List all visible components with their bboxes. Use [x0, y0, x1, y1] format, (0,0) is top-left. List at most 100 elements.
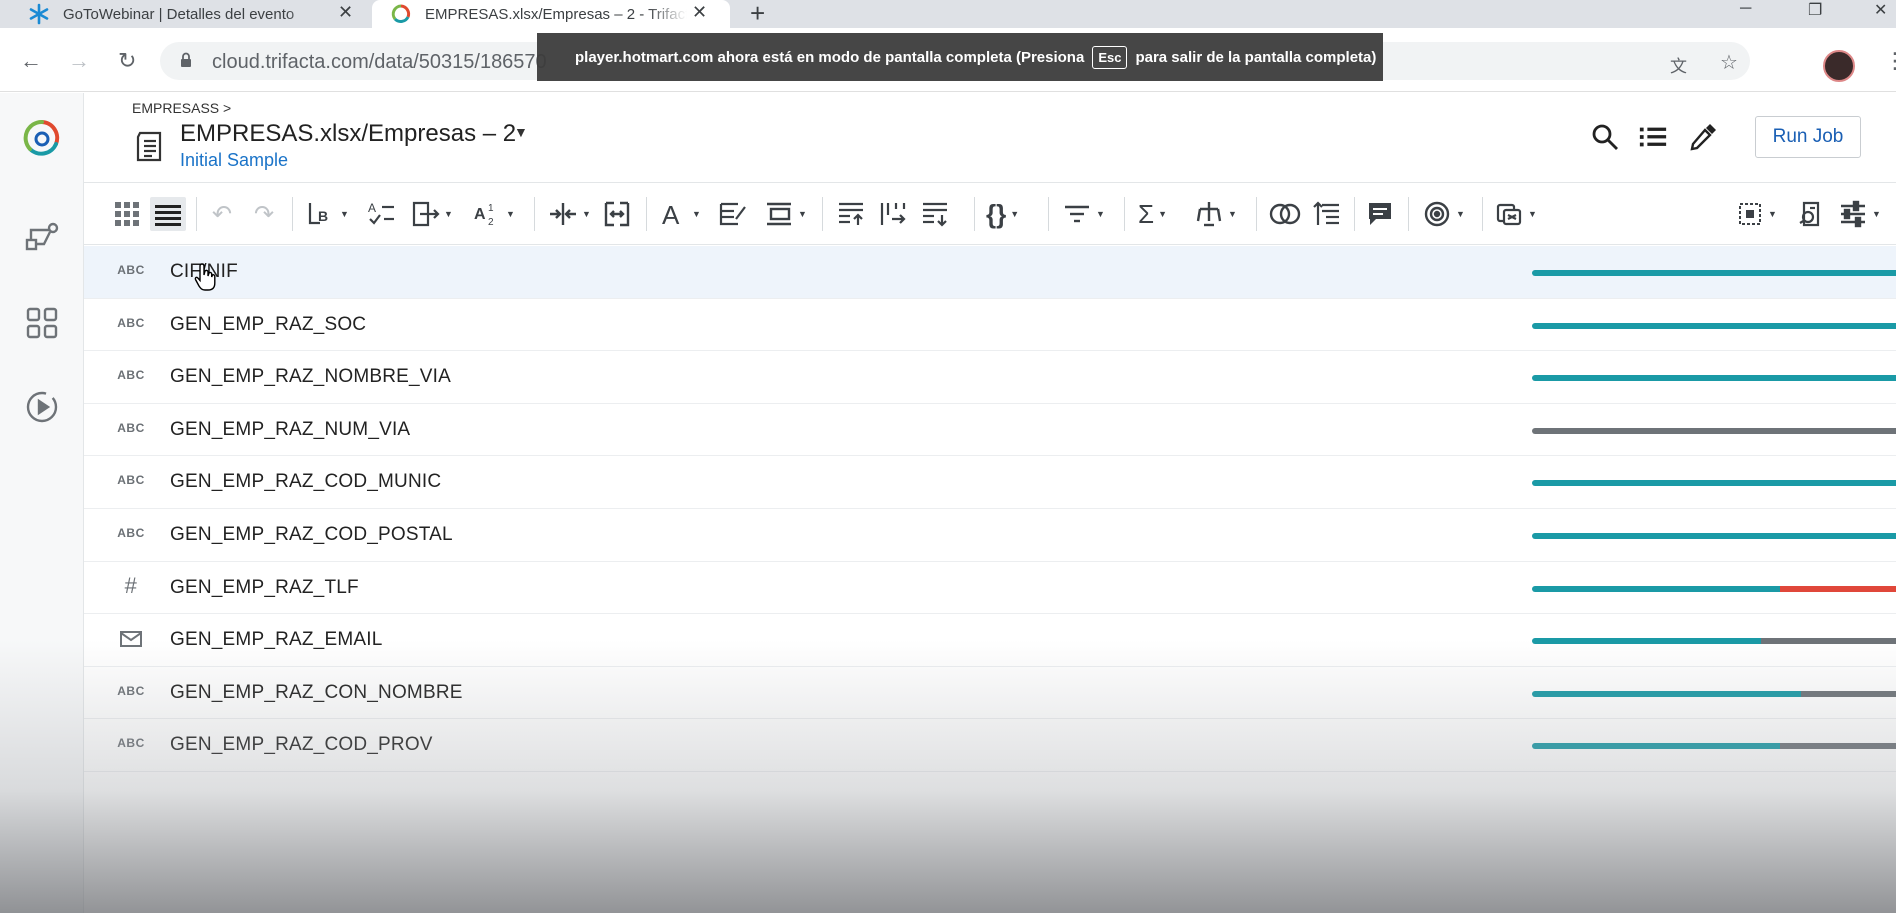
- data-quality-bar[interactable]: [1532, 427, 1896, 434]
- new-tab-icon[interactable]: +: [750, 0, 765, 26]
- macros-icon[interactable]: ▼: [1494, 197, 1537, 231]
- list-icon[interactable]: [1638, 122, 1668, 152]
- column-row[interactable]: ABC GEN_EMP_RAZ_COD_POSTAL: [84, 509, 1896, 562]
- window-close-icon[interactable]: ✕: [1874, 0, 1887, 20]
- column-name[interactable]: GEN_EMP_RAZ_CON_NOMBRE: [170, 682, 463, 704]
- close-icon[interactable]: ✕: [338, 2, 353, 23]
- selection-icon[interactable]: ▼: [1736, 197, 1777, 231]
- quality-valid-segment: [1532, 638, 1762, 645]
- quality-missing-segment: [1761, 638, 1896, 645]
- expand-icon[interactable]: [602, 197, 632, 231]
- chevron-down-icon[interactable]: ▼: [514, 124, 528, 140]
- data-quality-bar[interactable]: [1532, 585, 1896, 592]
- minimize-icon[interactable]: ─: [1740, 0, 1751, 18]
- page-title[interactable]: EMPRESAS.xlsx/Empresas – 2: [180, 120, 516, 148]
- data-quality-bar[interactable]: [1532, 532, 1896, 539]
- quality-mismatch-segment: [1779, 585, 1896, 592]
- column-browser-icon[interactable]: [1796, 197, 1826, 231]
- column-name[interactable]: GEN_EMP_RAZ_TLF: [170, 577, 359, 599]
- rename-column-icon[interactable]: B ▼: [306, 197, 349, 231]
- quality-valid-segment: [1532, 743, 1780, 750]
- column-row[interactable]: ABC GEN_EMP_RAZ_SOC: [84, 299, 1896, 352]
- undo-icon[interactable]: ↶: [212, 197, 232, 231]
- comment-icon[interactable]: [1366, 197, 1394, 231]
- data-quality-bar[interactable]: [1532, 690, 1896, 697]
- column-row[interactable]: # GEN_EMP_RAZ_TLF: [84, 562, 1896, 615]
- profile-avatar[interactable]: [1823, 50, 1855, 82]
- quality-valid-segment: [1532, 585, 1780, 592]
- quality-missing-segment: [1532, 427, 1896, 434]
- join-icon[interactable]: ▼: [1194, 197, 1237, 231]
- nested-icon[interactable]: {} ▼: [986, 197, 1019, 231]
- data-quality-bar[interactable]: [1532, 480, 1896, 487]
- list-view-icon[interactable]: [150, 197, 186, 231]
- split-icon[interactable]: ▼: [410, 197, 453, 231]
- data-quality-bar[interactable]: [1532, 743, 1896, 750]
- search-icon[interactable]: [1590, 122, 1620, 152]
- fullscreen-notice-text: player.hotmart.com ahora está en modo de…: [575, 48, 1085, 66]
- star-icon[interactable]: ☆: [1720, 50, 1738, 75]
- column-name[interactable]: GEN_EMP_RAZ_COD_PROV: [170, 734, 433, 756]
- union-icon[interactable]: [1268, 197, 1302, 231]
- reload-icon[interactable]: ↻: [118, 50, 136, 72]
- column-name[interactable]: GEN_EMP_RAZ_COD_MUNIC: [170, 471, 441, 493]
- breadcrumb[interactable]: EMPRESASS >: [132, 100, 231, 116]
- grid-view-icon[interactable]: [114, 197, 140, 231]
- back-icon[interactable]: ←: [20, 50, 42, 72]
- column-row[interactable]: ABC GEN_EMP_RAZ_CON_NOMBRE: [84, 667, 1896, 720]
- eyedropper-icon[interactable]: [1688, 122, 1718, 152]
- column-name[interactable]: GEN_EMP_RAZ_COD_POSTAL: [170, 524, 453, 546]
- data-quality-bar[interactable]: [1532, 638, 1896, 645]
- column-row[interactable]: ABC GEN_EMP_RAZ_NUM_VIA: [84, 404, 1896, 457]
- column-row[interactable]: ABC GEN_EMP_RAZ_COD_PROV: [84, 719, 1896, 772]
- column-row[interactable]: ABC GEN_EMP_RAZ_COD_MUNIC: [84, 456, 1896, 509]
- lookup-icon[interactable]: [1312, 197, 1342, 231]
- close-icon[interactable]: ✕: [692, 2, 707, 23]
- column-row[interactable]: ABCCIF/NIF: [84, 246, 1896, 299]
- restructure-icon[interactable]: ▼: [764, 197, 807, 231]
- column-name[interactable]: GEN_EMP_RAZ_EMAIL: [170, 629, 382, 651]
- data-quality-bar[interactable]: [1532, 322, 1896, 329]
- edit-column-icon[interactable]: [718, 197, 748, 231]
- flow-icon[interactable]: [22, 218, 62, 258]
- column-name[interactable]: GEN_EMP_RAZ_NOMBRE_VIA: [170, 366, 451, 388]
- fullscreen-notice-text-end: para salir de la pantalla completa): [1135, 48, 1377, 66]
- svg-text:B: B: [318, 208, 328, 224]
- string-type-icon: ABC: [117, 263, 145, 277]
- settings-sliders-icon[interactable]: ▼: [1838, 197, 1881, 231]
- filter-icon[interactable]: ▼: [1062, 197, 1105, 231]
- translate-icon[interactable]: 文: [1670, 52, 1687, 77]
- merge-columns-icon[interactable]: ▼: [548, 197, 591, 231]
- column-row[interactable]: GEN_EMP_RAZ_EMAIL: [84, 614, 1896, 667]
- redo-icon[interactable]: ↷: [254, 197, 274, 231]
- trifacta-logo-icon[interactable]: [22, 118, 62, 158]
- data-quality-bar[interactable]: [1532, 375, 1896, 382]
- lock-icon: [181, 52, 191, 67]
- data-quality-bar[interactable]: [1532, 270, 1896, 276]
- run-job-button[interactable]: Run Job: [1755, 116, 1861, 158]
- recipe-icon: [136, 131, 162, 162]
- restore-icon[interactable]: ❐: [1808, 0, 1822, 20]
- browser-tab-gotowebinar[interactable]: GoToWebinar | Detalles del evento ✕: [28, 0, 368, 28]
- quality-valid-segment: [1532, 322, 1896, 329]
- insert-row-icon[interactable]: [836, 197, 866, 231]
- validate-icon[interactable]: A: [366, 197, 396, 231]
- target-icon[interactable]: ▼: [1422, 197, 1465, 231]
- aggregate-icon[interactable]: Σ ▼: [1138, 197, 1167, 231]
- pivot-icon[interactable]: [878, 197, 908, 231]
- jobs-icon[interactable]: [22, 387, 62, 427]
- column-name[interactable]: GEN_EMP_RAZ_SOC: [170, 314, 366, 336]
- column-name[interactable]: GEN_EMP_RAZ_NUM_VIA: [170, 419, 410, 441]
- svg-text:1: 1: [488, 203, 494, 214]
- text-format-icon[interactable]: A ▼: [660, 197, 701, 231]
- svg-text:2: 2: [488, 217, 494, 228]
- menu-icon[interactable]: ⋮: [1884, 48, 1896, 74]
- unpivot-icon[interactable]: [920, 197, 950, 231]
- browser-tab-trifacta[interactable]: EMPRESAS.xlsx/Empresas – 2 - Trifacta ✕: [372, 0, 730, 28]
- forward-icon[interactable]: →: [68, 50, 90, 72]
- string-type-icon: ABC: [117, 315, 145, 330]
- format-icon[interactable]: A 1 2 ▼: [472, 197, 515, 231]
- library-icon[interactable]: [22, 303, 62, 343]
- sample-link[interactable]: Initial Sample: [180, 150, 288, 171]
- column-row[interactable]: ABC GEN_EMP_RAZ_NOMBRE_VIA: [84, 351, 1896, 404]
